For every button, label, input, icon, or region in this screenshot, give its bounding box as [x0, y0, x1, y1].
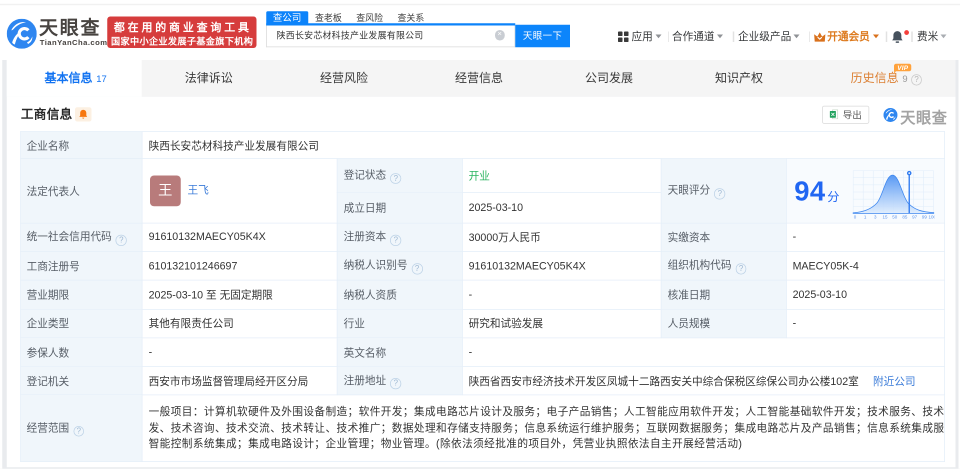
svg-text:100: 100: [929, 214, 935, 219]
svg-text:3: 3: [874, 214, 877, 219]
svg-text:1: 1: [864, 214, 867, 219]
svg-text:99: 99: [922, 214, 928, 219]
svg-text:0: 0: [854, 214, 857, 219]
svg-text:97: 97: [912, 214, 918, 219]
svg-text:85: 85: [903, 214, 909, 219]
svg-text:50: 50: [892, 214, 898, 219]
svg-text:15: 15: [883, 214, 889, 219]
